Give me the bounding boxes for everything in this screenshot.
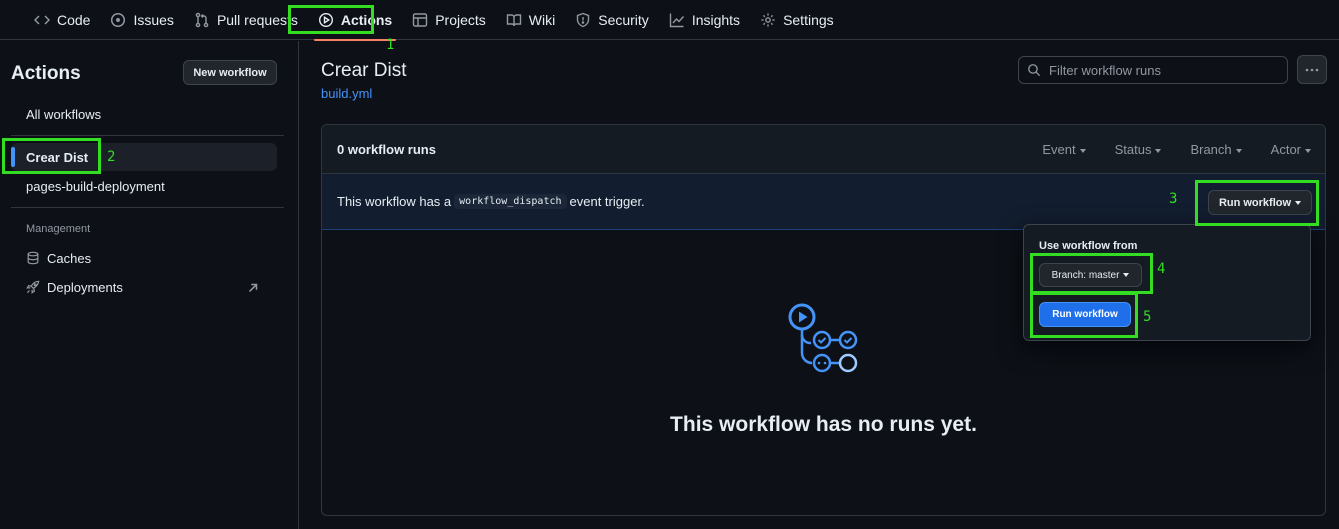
tab-label: Settings [783,11,834,28]
play-icon [318,12,333,27]
tab-label: Issues [133,11,174,28]
filter-branch-dropdown[interactable]: Branch [1190,142,1242,157]
pull-request-icon [195,12,209,27]
run-workflow-dropdown-button[interactable]: Run workflow [1208,190,1312,215]
workflow-graph-icon [788,303,858,373]
caret-down-icon [1295,200,1302,205]
tab-label: Actions [340,11,393,28]
kebab-horizontal-icon [1305,68,1319,71]
run-workflow-submit-button[interactable]: Run workflow [1039,302,1131,327]
issue-icon [111,12,126,27]
tab-label: Security [598,11,649,28]
tab-security[interactable]: Security [565,0,659,40]
repo-nav: Code Issues Pull requests Actions Projec… [0,0,1339,41]
tab-pull-requests[interactable]: Pull requests [184,0,308,40]
tab-label: Pull requests [216,11,298,28]
filter-label: Event [1042,142,1076,157]
dispatch-text-suffix: event trigger. [569,194,645,209]
table-icon [413,12,428,27]
sidebar-item-caches[interactable]: Caches [11,244,277,272]
filter-event-dropdown[interactable]: Event [1042,142,1086,157]
workflow-file-link[interactable]: build.yml [321,86,372,101]
branch-select-button[interactable]: Branch: master [1039,263,1142,287]
annotation-number-5: 5 [1143,309,1152,325]
tab-label: Code [57,11,91,28]
filter-actor-dropdown[interactable]: Actor [1271,142,1311,157]
dispatch-code: workflow_dispatch [454,194,567,209]
sidebar-item-all-workflows[interactable]: All workflows [11,100,277,128]
filter-label: Branch [1190,142,1232,157]
filter-status-dropdown[interactable]: Status [1115,142,1162,157]
tab-actions[interactable]: Actions [308,0,402,41]
sidebar-item-label: Deployments [47,279,123,295]
sidebar-item-deployments[interactable]: Deployments [11,273,277,301]
tab-label: Projects [435,11,486,28]
graph-icon [669,13,684,27]
filter-label: Status [1114,142,1152,157]
code-icon [34,14,50,25]
tab-projects[interactable]: Projects [402,0,496,40]
database-icon [27,251,39,265]
sidebar-item-label: Caches [47,250,92,266]
use-workflow-from-label: Use workflow from [1039,240,1138,252]
sidebar-item-pages-build-deployment[interactable]: pages-build-deployment [11,172,277,200]
rocket-icon [26,280,40,294]
empty-state-heading: This workflow has no runs yet. [670,413,977,436]
sidebar-divider [11,135,284,136]
tab-label: Insights [691,11,741,28]
annotation-number-3: 3 [1169,191,1178,207]
tab-insights[interactable]: Insights [659,0,750,40]
caret-down-icon [1305,148,1311,153]
sidebar-divider [11,207,284,208]
book-icon [506,13,521,26]
caret-down-icon [1235,148,1242,153]
actions-sidebar: Actions New workflow All workflows Crear… [0,41,299,529]
shield-icon [577,12,590,27]
workflow-title: Crear Dist [321,60,407,81]
tab-wiki[interactable]: Wiki [496,0,565,40]
run-workflow-menu: Use workflow from Branch: master Run wor… [1023,224,1311,341]
tab-label: Wiki [528,11,556,28]
search-icon [1028,64,1041,77]
sidebar-title: Actions [11,63,81,84]
caret-down-icon [1155,148,1162,153]
annotation-number-1: 1 [386,37,395,53]
caret-down-icon [1123,273,1130,277]
tab-settings[interactable]: Settings [750,0,844,40]
annotation-number-2: 2 [107,149,116,165]
filter-runs-field[interactable] [1018,56,1288,84]
gear-icon [761,13,775,26]
filter-label: Actor [1270,142,1301,157]
management-heading: Management [26,223,91,235]
annotation-number-4: 4 [1157,261,1166,277]
dispatch-text-prefix: This workflow has a [337,194,452,209]
tab-code[interactable]: Code [24,0,100,40]
branch-label: Branch: master [1051,269,1120,281]
runs-filters: Event Status Branch Actor [1042,125,1311,174]
runs-count: 0 workflow runs [337,141,436,157]
caret-down-icon [1079,148,1086,153]
runs-header: 0 workflow runs Event Status Branch Acto… [322,125,1325,174]
more-options-button[interactable] [1297,55,1327,84]
tab-issues[interactable]: Issues [100,0,183,40]
new-workflow-button[interactable]: New workflow [183,60,277,85]
filter-runs-input[interactable] [1049,62,1269,78]
external-link-icon [248,283,258,293]
sidebar-item-crear-dist[interactable]: Crear Dist [11,143,277,171]
button-label: Run workflow [1218,196,1292,209]
